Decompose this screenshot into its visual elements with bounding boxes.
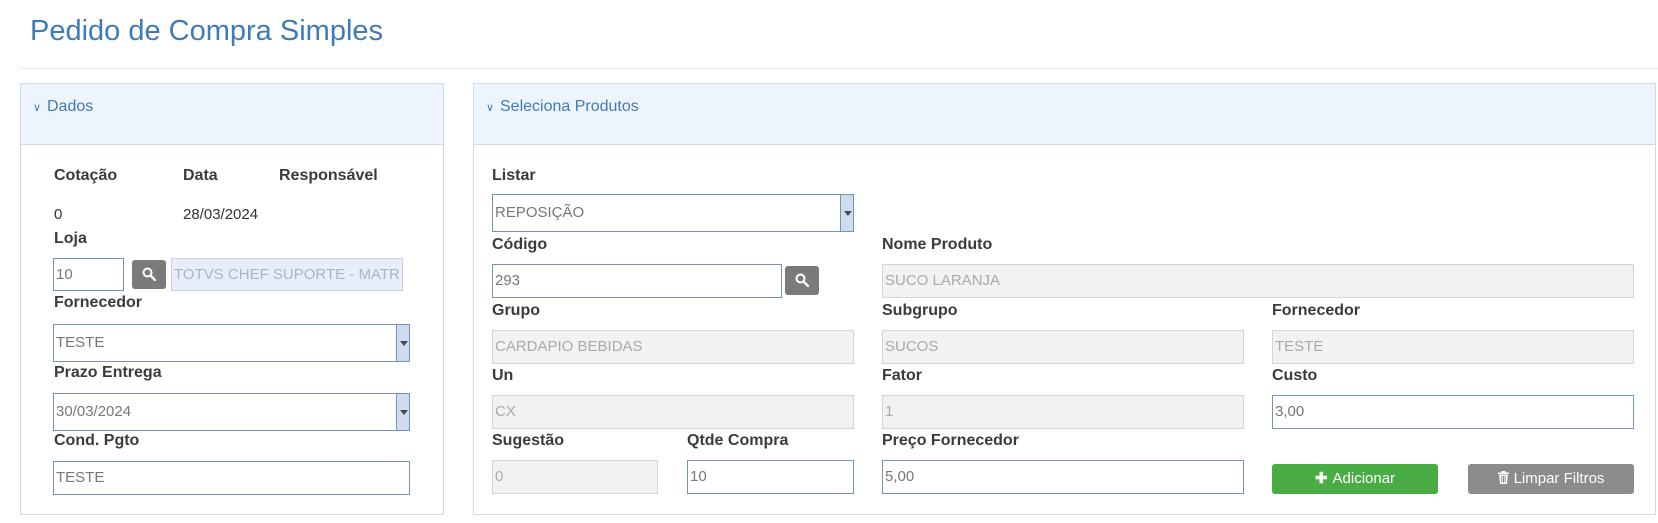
trash-icon [1497,464,1509,494]
cotacao-value: 0 [54,206,63,223]
dados-collapse-toggle[interactable]: ∨ Dados [33,98,93,116]
codigo-label: Código [492,236,548,253]
subgrupo-field: SUCOS [882,330,1244,364]
grupo-field: CARDAPIO BEBIDAS [492,330,854,364]
sugestao-label: Sugestão [492,432,565,449]
caret-down-icon [396,325,409,361]
caret-down-icon [840,195,853,231]
search-icon [795,273,809,287]
qtde-compra-label: Qtde Compra [687,432,789,449]
dados-header-label: Dados [47,98,94,115]
dados-panel: ∨ Dados Cotação Data Responsável 0 28/03/… [20,83,444,515]
codigo-input[interactable]: 293 [492,264,782,298]
codigo-search-button[interactable] [785,266,819,295]
preco-fornecedor-label: Preço Fornecedor [882,432,1019,449]
clear-filters-button[interactable]: Limpar Filtros [1468,464,1634,494]
produtos-collapse-toggle[interactable]: ∨ Seleciona Produtos [486,98,639,116]
dados-panel-header: ∨ Dados [21,84,443,145]
un-field: CX [492,395,854,429]
sugestao-field: 0 [492,460,658,494]
caret-down-icon [396,394,409,430]
fator-field: 1 [882,395,1244,429]
page-title: Pedido de Compra Simples [30,15,384,47]
loja-input[interactable]: 10 [53,258,124,291]
nome-produto-label: Nome Produto [882,236,993,253]
loja-label: Loja [54,230,87,247]
responsavel-label: Responsável [279,167,378,184]
preco-fornecedor-input[interactable]: 5,00 [882,460,1244,494]
cotacao-label: Cotação [54,167,118,184]
data-label: Data [183,167,218,184]
produtos-panel: ∨ Seleciona Produtos Listar REPOSIÇÃO Cód… [473,83,1656,515]
listar-selected: REPOSIÇÃO [495,204,585,221]
chevron-down-icon: ∨ [486,102,495,114]
prazo-entrega-select[interactable]: 30/03/2024 [53,393,410,431]
fornecedor-selected: TESTE [56,334,105,351]
cond-pgto-input[interactable]: TESTE [53,461,410,495]
add-button-label: Adicionar [1332,470,1396,487]
data-value: 28/03/2024 [183,206,259,223]
produtos-header-label: Seleciona Produtos [500,98,639,115]
subgrupo-label: Subgrupo [882,302,958,319]
chevron-down-icon: ∨ [33,102,42,114]
produto-fornecedor-field: TESTE [1272,330,1634,364]
search-icon [142,267,156,281]
custo-label: Custo [1272,367,1318,384]
nome-produto-field: SUCO LARANJA [882,264,1634,298]
loja-name-field: TOTVS CHEF SUPORTE - MATR [171,258,403,291]
add-button[interactable]: ✚ Adicionar [1272,464,1438,494]
prazo-entrega-label: Prazo Entrega [54,364,162,381]
listar-select[interactable]: REPOSIÇÃO [492,194,854,232]
prazo-entrega-selected: 30/03/2024 [56,403,132,420]
custo-input[interactable]: 3,00 [1272,395,1634,429]
fator-label: Fator [882,367,922,384]
title-divider [20,68,1658,69]
qtde-compra-input[interactable]: 10 [687,460,854,494]
grupo-label: Grupo [492,302,540,319]
un-label: Un [492,367,514,384]
fornecedor-select[interactable]: TESTE [53,324,410,362]
clear-filters-label: Limpar Filtros [1513,470,1605,487]
cond-pgto-label: Cond. Pgto [54,432,140,449]
produtos-panel-header: ∨ Seleciona Produtos [474,84,1655,145]
produto-fornecedor-label: Fornecedor [1272,302,1361,319]
plus-icon: ✚ [1314,470,1328,487]
fornecedor-label: Fornecedor [54,294,143,311]
listar-label: Listar [492,167,536,184]
loja-search-button[interactable] [132,260,166,289]
